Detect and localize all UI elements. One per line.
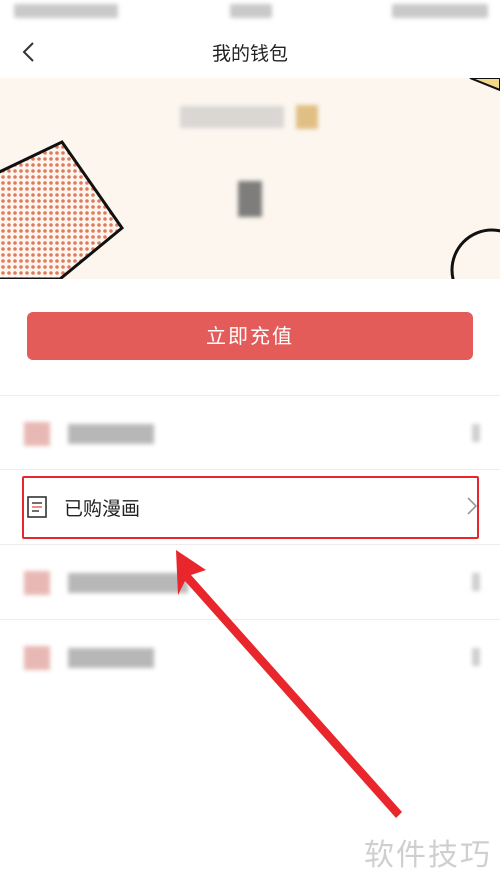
list-document-icon (27, 496, 47, 518)
balance-badge-blurred (296, 105, 318, 129)
status-icons-blurred (392, 4, 488, 18)
chevron-right-icon (472, 648, 480, 666)
status-time-blurred (14, 4, 118, 18)
menu-icon-blurred (24, 646, 50, 670)
menu-item-blurred-1[interactable] (0, 396, 500, 470)
menu-label-blurred (68, 424, 154, 444)
chevron-right-icon (467, 497, 478, 515)
balance-value-blurred (238, 181, 262, 217)
menu-icon-blurred (24, 571, 50, 595)
menu-label-blurred (68, 648, 154, 668)
nav-bar: 我的钱包 (0, 26, 500, 78)
menu-icon-blurred (24, 422, 50, 446)
menu-item-label: 已购漫画 (64, 498, 141, 520)
menu-item-blurred-2[interactable] (0, 545, 500, 619)
chevron-right-icon (472, 573, 480, 591)
balance-label-blurred (180, 106, 284, 128)
page-title: 我的钱包 (211, 43, 288, 65)
watermark: 软件技巧 (364, 838, 492, 873)
recharge-button[interactable]: 立即充值 (27, 312, 473, 360)
status-carrier-blurred (230, 4, 272, 18)
status-bar (0, 0, 500, 26)
menu-item-purchased-comics[interactable]: 已购漫画 (0, 470, 500, 544)
menu-label-blurred (68, 573, 188, 593)
wallet-balance-banner (0, 78, 500, 279)
chevron-right-icon (472, 424, 480, 442)
menu-item-blurred-3[interactable] (0, 620, 500, 694)
